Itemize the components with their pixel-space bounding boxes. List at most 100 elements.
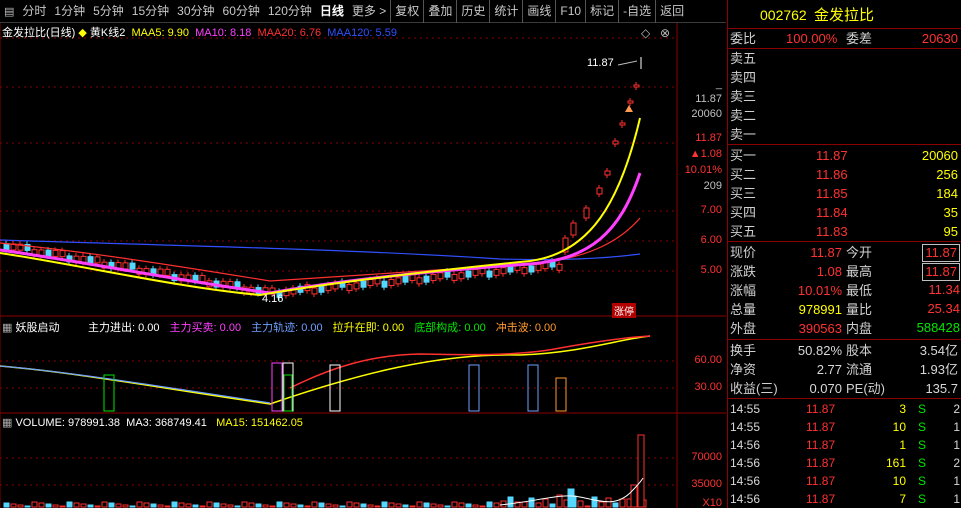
- volume-bar: [227, 504, 234, 508]
- tab-5min[interactable]: 5分钟: [89, 0, 128, 23]
- volume-axis-tick: 35000: [691, 478, 722, 490]
- tick-volume: 3: [899, 402, 906, 416]
- candle: [633, 84, 640, 88]
- candle: [157, 268, 164, 276]
- chart-area[interactable]: 金发拉比(日线) ◆ 黄K线2 MAA5: 9.90 MA10: 8.18 MA…: [0, 23, 726, 508]
- indicator-field: 主力进出: 0.00: [88, 322, 160, 334]
- volume-bar: [353, 502, 360, 508]
- stat-label: 涨幅: [730, 283, 757, 298]
- drawing-button[interactable]: 画线: [522, 0, 555, 23]
- grid-icon[interactable]: ▤: [0, 5, 18, 18]
- volume-bar: [374, 505, 381, 508]
- limit-up-badge: 涨停: [612, 303, 636, 318]
- axis-label: _: [715, 78, 722, 90]
- volume-bar: [402, 504, 409, 508]
- volume-bar: [108, 502, 115, 508]
- candlesticks: [3, 82, 640, 301]
- bid-row: 买五 11.83 95: [728, 222, 961, 241]
- volume-ma3: MA3: 368749.41: [126, 417, 207, 429]
- tab-1min[interactable]: 1分钟: [50, 0, 89, 23]
- volume-axis-tick: 70000: [691, 451, 722, 463]
- candle: [416, 277, 423, 285]
- indicator-field-label: 主力进出: [88, 322, 132, 334]
- indicator-shapes: [0, 335, 651, 412]
- expand-icon[interactable]: ◆: [78, 27, 86, 39]
- candle: [627, 100, 634, 104]
- indicator-name[interactable]: 黄K线2: [90, 27, 125, 39]
- indicator-field-label: 拉升在即: [332, 322, 377, 334]
- stat-value: 11.34: [928, 282, 960, 297]
- candle: [346, 284, 353, 292]
- ask-label: 卖五: [730, 51, 757, 66]
- price-axis-tick: 5.00: [700, 264, 722, 276]
- price-axis-tick: 6.00: [700, 234, 722, 246]
- ask-row: 卖三: [728, 87, 961, 106]
- charts-svg: [0, 23, 726, 508]
- volume-bar: [542, 498, 549, 508]
- indicator-icon[interactable]: ▦: [2, 322, 12, 334]
- indicator-field-value: 0.00: [534, 322, 557, 334]
- tick-side: S: [918, 402, 927, 416]
- stat-value: 11.87: [922, 263, 960, 281]
- share-row: 收益(三) 0.070 PE(动) 135.7: [728, 379, 961, 398]
- restore-rights-button[interactable]: 复权: [390, 0, 423, 23]
- volume-bar: [304, 505, 311, 508]
- weicha-label: 委差: [846, 31, 873, 46]
- tick-row: 14:55 11.87 3 S 2: [728, 400, 961, 418]
- volume-icon[interactable]: ▦: [2, 417, 12, 429]
- bid-row: 买四 11.84 35: [728, 203, 961, 222]
- stat-label: 量比: [846, 302, 873, 317]
- tab-15min[interactable]: 15分钟: [128, 0, 173, 23]
- tab-30min[interactable]: 30分钟: [173, 0, 218, 23]
- settings-diamond-icon[interactable]: ◇: [641, 26, 650, 40]
- bid-price: 11.84: [816, 205, 848, 220]
- bid-volume: 35: [943, 205, 958, 220]
- stat-row: 总量 978991 量比 25.34: [728, 300, 961, 319]
- history-button[interactable]: 历史: [456, 0, 489, 23]
- tab-120min[interactable]: 120分钟: [264, 0, 316, 23]
- stat-row: 涨跌 1.08 最高 11.87: [728, 262, 961, 281]
- candle: [122, 262, 129, 270]
- share-label: PE(动): [846, 381, 886, 396]
- tab-daily[interactable]: 日线: [316, 0, 348, 23]
- bid-label: 买二: [730, 167, 757, 182]
- candle: [402, 275, 409, 283]
- candle: [437, 272, 444, 280]
- volume-axis-tick: X10: [702, 497, 722, 508]
- volume-bar: [332, 504, 339, 508]
- volume-bar: [493, 502, 500, 508]
- stat-row: 现价 11.87 今开 11.87: [728, 243, 961, 262]
- indicator-panel-name[interactable]: 妖股启动: [15, 322, 59, 334]
- tab-more[interactable]: 更多 >: [348, 0, 390, 23]
- stat-label: 现价: [730, 245, 757, 260]
- f10-button[interactable]: F10: [555, 0, 585, 23]
- close-icon[interactable]: ⊗: [660, 26, 670, 40]
- volume-bar: [479, 505, 486, 508]
- statistics-button[interactable]: 统计: [489, 0, 522, 23]
- tick-count: 1: [953, 492, 960, 506]
- volume-bar: [549, 503, 556, 508]
- volume-bar: [584, 505, 591, 508]
- bid-label: 买一: [730, 148, 757, 163]
- candle: [59, 250, 66, 258]
- stat-row: 涨幅 10.01% 最低 11.34: [728, 281, 961, 300]
- price-axis-tick: 11.87: [695, 93, 722, 105]
- mark-button[interactable]: 标记: [585, 0, 618, 23]
- volume-bar: [192, 504, 199, 508]
- ma20-label: MAA20: 6.76: [257, 27, 322, 39]
- ask-row: 卖四: [728, 68, 961, 87]
- candle: [451, 273, 458, 281]
- volume-bar: [17, 504, 24, 508]
- stock-name[interactable]: 金发拉比: [814, 6, 874, 25]
- share-label: 换手: [730, 343, 757, 358]
- volume-bar: [213, 502, 220, 508]
- candle: [500, 267, 507, 275]
- ask-label: 卖四: [730, 70, 757, 85]
- tab-60min[interactable]: 60分钟: [219, 0, 264, 23]
- tab-fenshi[interactable]: 分时: [18, 0, 50, 23]
- volume-bar: [234, 505, 241, 508]
- overlay-button[interactable]: 叠加: [423, 0, 456, 23]
- watchlist-button[interactable]: -自选: [618, 0, 655, 23]
- stat-value: 390563: [798, 321, 842, 336]
- back-button[interactable]: 返回: [655, 0, 688, 23]
